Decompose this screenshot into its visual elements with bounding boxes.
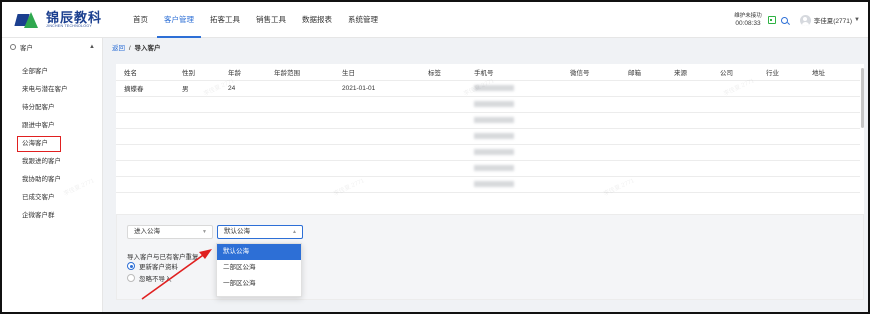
table-row [116,112,860,129]
table-row [116,128,860,145]
radio-update-label: 更新客户资料 [139,264,178,271]
status-square-icon[interactable] [767,16,776,24]
redacted-value [474,100,514,107]
sidebar: 客户 ▲ 全部客户 来电与潜在客户 待分配客户 跟进中客户 公海客户 我跟进的客… [2,38,103,312]
sidebar-item-following[interactable]: 跟进中客户 [2,117,102,135]
top-bar: 锦辰教科 JINCHEN TECHNOLOGY 首页 客户管理 拓客工具 销售工… [2,2,868,38]
sidebar-item-my-followed[interactable]: 我跟进的客户 [2,153,102,171]
logo-mark-icon [14,12,42,28]
page-title: 导入客户 [134,45,161,52]
avatar[interactable] [799,14,811,26]
sidebar-item-wecom-groups[interactable]: 企微客户群 [2,207,102,225]
column-header: 行业 [758,64,804,81]
column-header: 地址 [804,64,860,81]
pool-dropdown-menu: 默认公海 二部区公海 一部区公海 [216,243,302,297]
sidebar-group-customer[interactable]: 客户 ▲ [2,38,102,56]
user-name[interactable]: 李佳夏(2771) [814,15,852,25]
column-header: 微信号 [562,64,620,81]
cell-tag [420,80,466,97]
sidebar-item-public-pool[interactable]: 公海客户 [2,135,102,153]
redacted-value [474,180,514,187]
redacted-value [474,164,514,171]
radio-ignore-label: 忽略不导入 [139,276,172,283]
dropdown-option-default-pool[interactable]: 默认公海 [217,244,301,260]
home-icon [10,44,16,50]
column-header: 手机号 [466,64,562,81]
nav-customer-management[interactable]: 客户管理 [157,2,201,38]
table-row [116,160,860,177]
cell-age-range [266,80,334,97]
brand-name: 锦辰教科 [46,10,103,25]
highlight-box [17,136,61,152]
column-header: 标签 [420,64,466,81]
table-row [116,176,860,193]
cell-birthday: 2021-01-01 [334,80,420,97]
nav-system-management[interactable]: 系统管理 [341,2,385,38]
radio-ignore[interactable]: 忽略不导入 [127,273,172,283]
header-right: 维护未接功 00:08:33 李佳夏(2771) ▼ [734,2,860,38]
breadcrumb-separator: / [128,45,131,52]
sidebar-item-calls-potential[interactable]: 来电与潜在客户 [2,81,102,99]
nav-sales-tools[interactable]: 销售工具 [249,2,293,38]
main-nav: 首页 客户管理 拓客工具 销售工具 数据报表 系统管理 [126,2,387,38]
column-header: 邮箱 [620,64,666,81]
sidebar-item-all-customers[interactable]: 全部客户 [2,63,102,81]
caret-up-icon: ▲ [89,44,95,50]
radio-update[interactable]: 更新客户资料 [127,261,178,271]
app-frame: 锦辰教科 JINCHEN TECHNOLOGY 首页 客户管理 拓客工具 销售工… [0,0,870,314]
nav-home[interactable]: 首页 [126,2,155,38]
vertical-scrollbar[interactable] [861,68,864,128]
chevron-up-icon: ▲ [292,229,297,235]
dropdown-option-dept2-pool[interactable]: 二部区公海 [217,260,301,276]
table-row [116,96,860,113]
breadcrumb: 返回 / 导入客户 [112,42,160,56]
table-row [116,144,860,161]
brand-logo[interactable]: 锦辰教科 JINCHEN TECHNOLOGY [14,10,103,30]
dropdown-option-dept1-pool[interactable]: 一部区公海 [217,276,301,292]
sidebar-item-closed[interactable]: 已成交客户 [2,189,102,207]
timer: 维护未接功 00:08:33 [734,12,762,28]
target-select[interactable]: 进入公海 ▼ [127,225,213,239]
column-header: 性别 [174,64,220,81]
duplicate-label: 导入客户与已有客户重复 [127,254,199,261]
redacted-value [474,132,514,139]
redacted-value [474,116,514,123]
sidebar-item-to-assign[interactable]: 待分配客户 [2,99,102,117]
column-header: 来源 [666,64,712,81]
brand-subtitle: JINCHEN TECHNOLOGY [46,24,92,28]
back-link[interactable]: 返回 [112,45,125,52]
import-preview-panel: 姓名 性别 年龄 年龄范围 生日 标签 手机号 微信号 邮箱 来源 公司 行业 … [116,64,864,238]
target-select-value: 进入公海 [134,228,160,235]
sidebar-list: 全部客户 来电与潜在客户 待分配客户 跟进中客户 公海客户 我跟进的客户 我协助… [2,63,102,225]
timer-value: 00:08:33 [735,20,761,27]
redacted-value [474,148,514,155]
nav-prospecting-tools[interactable]: 拓客工具 [203,2,247,38]
radio-checked-icon [127,262,135,270]
search-icon[interactable] [780,16,788,24]
column-header: 年龄范围 [266,64,334,81]
timer-label: 维护未接功 [734,13,762,19]
column-header: 姓名 [116,64,174,81]
caret-down-icon[interactable]: ▼ [854,17,860,23]
column-header: 生日 [334,64,420,81]
pool-select-value: 默认公海 [224,228,250,235]
radio-unchecked-icon [127,274,135,282]
pool-select[interactable]: 默认公海 ▲ [217,225,303,239]
cell-name: 摘蝶春 [116,80,174,97]
nav-data-reports[interactable]: 数据报表 [295,2,339,38]
chevron-down-icon: ▼ [202,229,207,235]
sidebar-group-label: 客户 [20,45,33,52]
